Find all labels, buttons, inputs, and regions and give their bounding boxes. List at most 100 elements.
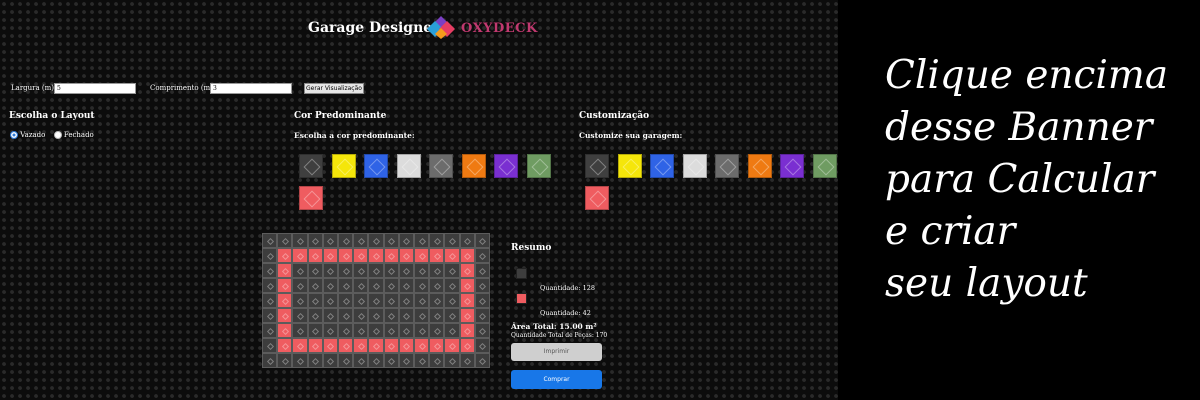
grid-tile[interactable] — [398, 293, 414, 308]
grid-tile[interactable] — [474, 338, 490, 353]
custom-swatch-2[interactable] — [617, 154, 642, 178]
grid-tile[interactable] — [337, 248, 354, 263]
grid-tile[interactable] — [337, 308, 354, 323]
grid-tile[interactable] — [277, 233, 293, 248]
grid-tile[interactable] — [337, 323, 354, 338]
grid-tile[interactable] — [459, 323, 475, 338]
grid-tile[interactable] — [337, 233, 354, 248]
grid-tile[interactable] — [307, 323, 323, 338]
grid-tile[interactable] — [413, 338, 430, 353]
length-input[interactable]: 3 — [210, 83, 292, 94]
grid-tile[interactable] — [262, 248, 278, 263]
grid-tile[interactable] — [474, 248, 490, 263]
grid-tile[interactable] — [337, 278, 354, 293]
grid-tile[interactable] — [429, 353, 445, 368]
predominant-swatch-6[interactable] — [461, 154, 486, 178]
grid-tile[interactable] — [262, 263, 278, 278]
grid-tile[interactable] — [429, 293, 445, 308]
grid-tile[interactable] — [398, 308, 414, 323]
grid-tile[interactable] — [322, 308, 338, 323]
garage-preview-grid[interactable] — [262, 233, 490, 368]
grid-tile[interactable] — [322, 323, 338, 338]
predominant-swatch-1[interactable] — [299, 154, 323, 178]
grid-tile[interactable] — [292, 308, 308, 323]
grid-tile[interactable] — [322, 353, 338, 368]
grid-tile[interactable] — [383, 248, 399, 263]
grid-tile[interactable] — [262, 323, 278, 338]
width-input[interactable]: 5 — [54, 83, 136, 94]
grid-tile[interactable] — [413, 248, 430, 263]
grid-tile[interactable] — [262, 308, 278, 323]
grid-tile[interactable] — [292, 353, 308, 368]
grid-tile[interactable] — [459, 278, 475, 293]
grid-tile[interactable] — [353, 248, 369, 263]
grid-tile[interactable] — [322, 338, 338, 353]
grid-tile[interactable] — [368, 233, 384, 248]
grid-tile[interactable] — [459, 263, 475, 278]
radio-vazado[interactable] — [10, 131, 18, 139]
custom-swatch-5[interactable] — [715, 154, 739, 178]
print-button[interactable]: Imprimir — [511, 343, 602, 361]
grid-tile[interactable] — [353, 323, 369, 338]
grid-tile[interactable] — [429, 323, 445, 338]
grid-tile[interactable] — [353, 293, 369, 308]
grid-tile[interactable] — [413, 323, 430, 338]
grid-tile[interactable] — [398, 233, 414, 248]
grid-tile[interactable] — [383, 263, 399, 278]
grid-tile[interactable] — [307, 293, 323, 308]
grid-tile[interactable] — [277, 353, 293, 368]
grid-tile[interactable] — [368, 293, 384, 308]
grid-tile[interactable] — [262, 233, 278, 248]
banner-call-to-action[interactable]: Clique encima desse Banner para Calcular… — [885, 50, 1185, 310]
grid-tile[interactable] — [459, 293, 475, 308]
grid-tile[interactable] — [398, 323, 414, 338]
grid-tile[interactable] — [444, 353, 460, 368]
grid-tile[interactable] — [307, 308, 323, 323]
custom-swatch-3[interactable] — [650, 154, 674, 178]
grid-tile[interactable] — [444, 338, 460, 353]
grid-tile[interactable] — [459, 308, 475, 323]
grid-tile[interactable] — [277, 308, 293, 323]
grid-tile[interactable] — [413, 263, 430, 278]
custom-swatch-4[interactable] — [682, 154, 707, 178]
grid-tile[interactable] — [353, 308, 369, 323]
grid-tile[interactable] — [307, 353, 323, 368]
grid-tile[interactable] — [353, 278, 369, 293]
grid-tile[interactable] — [429, 338, 445, 353]
grid-tile[interactable] — [413, 278, 430, 293]
grid-tile[interactable] — [337, 293, 354, 308]
grid-tile[interactable] — [459, 248, 475, 263]
grid-tile[interactable] — [444, 278, 460, 293]
grid-tile[interactable] — [292, 278, 308, 293]
grid-tile[interactable] — [474, 233, 490, 248]
grid-tile[interactable] — [262, 353, 278, 368]
grid-tile[interactable] — [383, 353, 399, 368]
grid-tile[interactable] — [413, 293, 430, 308]
grid-tile[interactable] — [353, 263, 369, 278]
grid-tile[interactable] — [368, 308, 384, 323]
predominant-swatch-7[interactable] — [494, 154, 518, 178]
grid-tile[interactable] — [444, 233, 460, 248]
grid-tile[interactable] — [459, 338, 475, 353]
grid-tile[interactable] — [353, 353, 369, 368]
grid-tile[interactable] — [383, 308, 399, 323]
custom-swatch-1[interactable] — [585, 154, 609, 178]
grid-tile[interactable] — [368, 353, 384, 368]
grid-tile[interactable] — [292, 293, 308, 308]
predominant-swatch-9[interactable] — [299, 186, 323, 210]
grid-tile[interactable] — [277, 248, 293, 263]
grid-tile[interactable] — [383, 323, 399, 338]
grid-tile[interactable] — [292, 323, 308, 338]
grid-tile[interactable] — [353, 233, 369, 248]
grid-tile[interactable] — [307, 278, 323, 293]
garage-designer-panel[interactable]: Garage Designer OXYDECK Largura (m): 5 C… — [0, 0, 838, 400]
custom-swatch-9[interactable] — [585, 186, 609, 210]
grid-tile[interactable] — [322, 233, 338, 248]
grid-tile[interactable] — [398, 353, 414, 368]
grid-tile[interactable] — [459, 233, 475, 248]
grid-tile[interactable] — [277, 278, 293, 293]
custom-swatch-6[interactable] — [747, 154, 772, 178]
grid-tile[interactable] — [292, 248, 308, 263]
grid-tile[interactable] — [277, 338, 293, 353]
grid-tile[interactable] — [292, 263, 308, 278]
